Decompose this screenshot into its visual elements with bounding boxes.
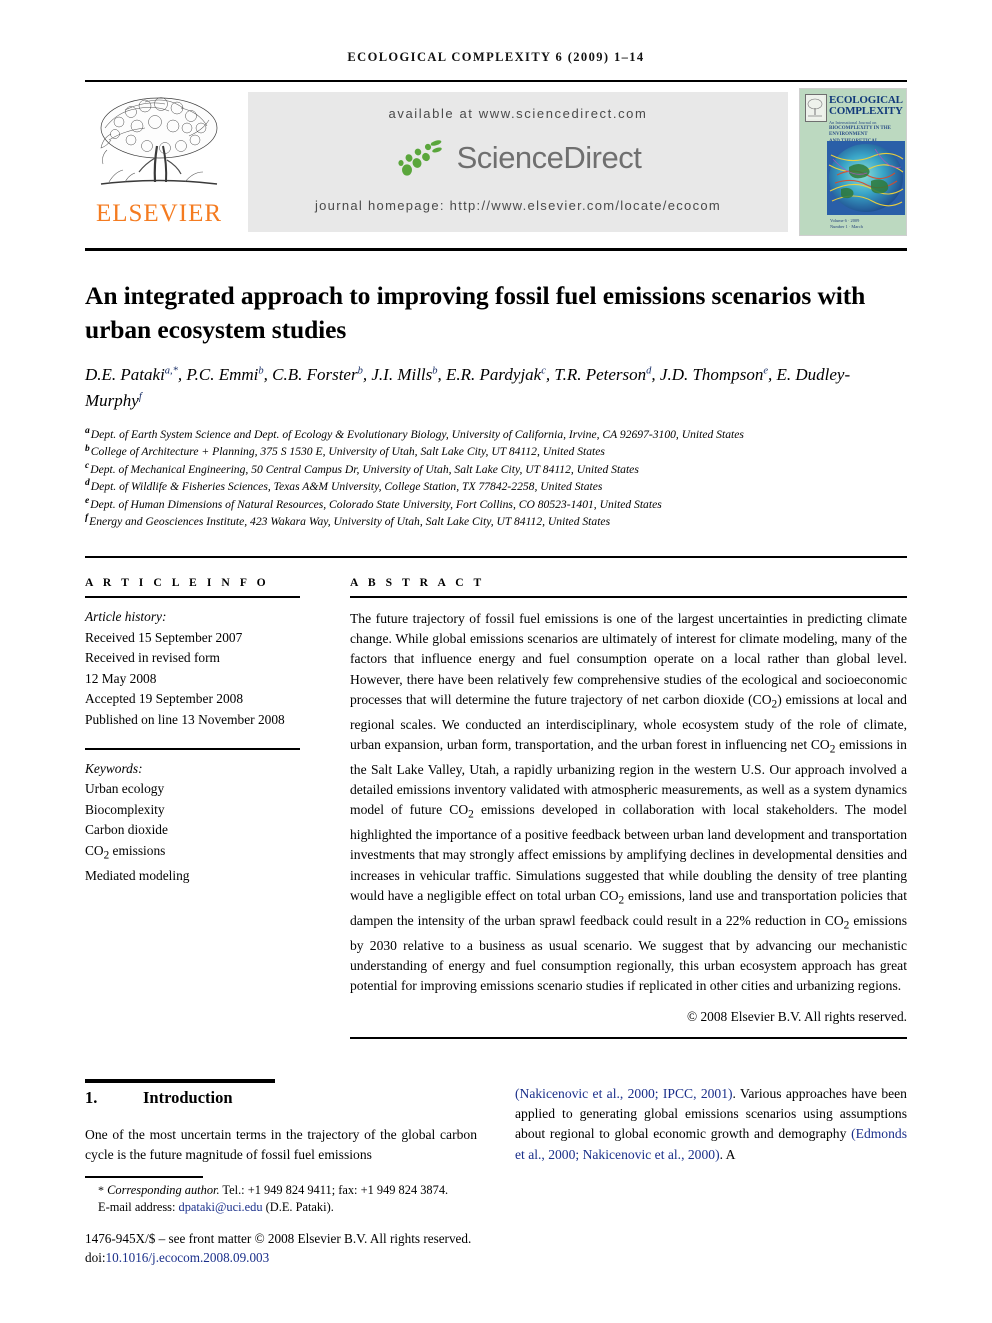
sciencedirect-swoosh-icon xyxy=(398,140,442,176)
affiliation-text: Dept. of Human Dimensions of Natural Res… xyxy=(90,497,662,511)
affiliation-text: Energy and Geosciences Institute, 423 Wa… xyxy=(89,515,611,529)
elsevier-logo: ELSEVIER xyxy=(85,88,233,236)
cover-title-line2: COMPLEXITY xyxy=(829,105,903,117)
corresponding-author-contact: Tel.: +1 949 824 9411; fax: +1 949 824 3… xyxy=(219,1183,449,1197)
journal-running-head: ECOLOGICAL COMPLEXITY 6 (2009) 1–14 xyxy=(347,50,645,64)
section-heading-rule xyxy=(85,1079,275,1083)
title-rule xyxy=(85,248,907,251)
author-name: P.C. Emmib, xyxy=(186,365,268,384)
author-affiliation-marker: b xyxy=(258,365,264,377)
affiliation-text: College of Architecture + Planning, 375 … xyxy=(90,445,605,459)
affiliation-list: aDept. of Earth System Science and Dept.… xyxy=(85,426,915,530)
abstract-text: The future trajectory of fossil fuel emi… xyxy=(350,611,907,994)
history-item: Published on line 13 November 2008 xyxy=(85,711,285,727)
affiliation-item: bCollege of Architecture + Planning, 375… xyxy=(85,443,915,460)
keywords-list: Keywords: Urban ecology Biocomplexity Ca… xyxy=(85,759,300,887)
keyword-item: CO2 emissions xyxy=(85,842,166,862)
sciencedirect-banner: available at www.sciencedirect.com Scien… xyxy=(248,92,788,232)
history-item: Received 15 September 2007 xyxy=(85,629,243,645)
email-label: E-mail address: xyxy=(98,1200,176,1215)
author-affiliation-marker: a,* xyxy=(164,365,178,377)
sciencedirect-wordmark: ScienceDirect xyxy=(456,140,642,175)
abstract-bottom-rule xyxy=(350,1037,907,1039)
imprint-block: 1476-945X/$ – see front matter © 2008 El… xyxy=(85,1230,545,1267)
section-number: 1. xyxy=(85,1088,98,1107)
intro-right-column: (Nakicenovic et al., 2000; IPCC, 2001) . … xyxy=(515,1084,907,1165)
author-affiliation-marker: b xyxy=(357,365,363,377)
article-info-column: A R T I C L E I N F O Article history: R… xyxy=(85,576,300,887)
sciencedirect-logo: ScienceDirect xyxy=(248,138,788,178)
corresponding-author-label: Corresponding author. xyxy=(107,1183,220,1197)
abstract-heading: A B S T R A C T xyxy=(350,576,485,589)
intro-right-text-2: . A xyxy=(719,1146,736,1162)
email-link[interactable]: dpataki@uci.edu xyxy=(179,1200,263,1214)
keyword-item: Carbon dioxide xyxy=(85,822,168,838)
article-info-heading-rule xyxy=(85,596,300,598)
affiliation-text: Dept. of Earth System Science and Dept. … xyxy=(90,428,744,441)
author-affiliation-marker: b xyxy=(432,365,438,377)
abstract-heading-rule xyxy=(350,596,907,598)
author-affiliation-marker: f xyxy=(138,391,142,403)
intro-left-column: One of the most uncertain terms in the t… xyxy=(85,1127,477,1163)
section-title: Introduction xyxy=(143,1088,233,1107)
history-item: Accepted 19 September 2008 xyxy=(85,691,244,707)
affiliation-item: dDept. of Wildlife & Fisheries Sciences,… xyxy=(85,478,915,495)
article-history-label: Article history: xyxy=(85,609,167,624)
affiliation-text: Dept. of Mechanical Engineering, 50 Cent… xyxy=(90,462,639,476)
cover-title: ECOLOGICAL COMPLEXITY xyxy=(829,95,903,117)
doi-link[interactable]: 10.1016/j.ecocom.2008.09.003 xyxy=(106,1250,270,1265)
email-owner: (D.E. Pataki). xyxy=(265,1200,334,1215)
masthead: ELSEVIER available at www.sciencedirect.… xyxy=(85,88,907,236)
affiliation-item: aDept. of Earth System Science and Dept.… xyxy=(85,426,915,443)
author-name: T.R. Petersond, xyxy=(554,365,656,384)
affiliation-item: cDept. of Mechanical Engineering, 50 Cen… xyxy=(85,461,915,478)
abstract-copyright: © 2008 Elsevier B.V. All rights reserved… xyxy=(686,1009,907,1025)
author-affiliation-marker: e xyxy=(763,365,768,377)
section-heading: 1. Introduction xyxy=(85,1088,485,1108)
header-rule xyxy=(85,80,907,82)
cover-subtitle-line1: An International Journal on xyxy=(829,120,877,125)
author-name: C.B. Forsterb, xyxy=(272,365,368,384)
paper-page: ECOLOGICAL COMPLEXITY 6 (2009) 1–14 ELSE… xyxy=(0,0,992,1323)
author-name: J.I. Millsb, xyxy=(371,365,442,384)
author-name: D.E. Patakia,*, xyxy=(85,365,183,384)
cover-footer: Volume 6 · 2009 Number 1 · March xyxy=(830,218,863,229)
keyword-item: Biocomplexity xyxy=(85,801,165,817)
keyword-item: Urban ecology xyxy=(85,781,165,797)
cover-elsevier-badge-icon xyxy=(805,94,827,122)
affiliation-text: Dept. of Wildlife & Fisheries Sciences, … xyxy=(90,480,603,494)
history-item: 12 May 2008 xyxy=(85,670,157,686)
author-list: D.E. Patakia,*, P.C. Emmib, C.B. Forster… xyxy=(85,362,885,414)
cover-footer-line2: Number 1 · March xyxy=(830,223,863,229)
footnote-block: * Corresponding author. Tel.: +1 949 824… xyxy=(85,1182,505,1217)
elsevier-tree-icon xyxy=(100,97,218,185)
available-at-text: available at www.sciencedirect.com xyxy=(388,106,648,121)
cover-globe-artwork xyxy=(827,141,905,215)
author-affiliation-marker: c xyxy=(541,365,546,377)
cover-subtitle-line2: BIOCOMPLEXITY IN THE ENVIRONMENT xyxy=(829,126,891,138)
author-name: E.R. Pardyjakc, xyxy=(446,365,551,384)
affiliation-item: eDept. of Human Dimensions of Natural Re… xyxy=(85,496,915,513)
affiliation-item: fEnergy and Geosciences Institute, 423 W… xyxy=(85,513,915,530)
journal-homepage-text: journal homepage: http://www.elsevier.co… xyxy=(314,198,722,213)
citation-link[interactable]: (Nakicenovic et al., 2000; IPCC, 2001) xyxy=(515,1086,733,1101)
history-item: Received in revised form xyxy=(85,650,220,666)
page-title: An integrated approach to improving foss… xyxy=(85,281,866,345)
issn-front-matter: 1476-945X/$ – see front matter © 2008 El… xyxy=(85,1231,472,1246)
author-affiliation-marker: d xyxy=(646,365,652,377)
author-name: J.D. Thompsone, xyxy=(659,365,773,384)
abstract-column: A B S T R A C T The future trajectory of… xyxy=(350,576,907,1025)
keywords-rule xyxy=(85,747,300,750)
doi-label: doi: xyxy=(85,1249,106,1265)
article-history: Article history: Received 15 September 2… xyxy=(85,607,300,731)
keyword-item: Mediated modeling xyxy=(85,868,190,884)
keywords-label: Keywords: xyxy=(85,760,143,776)
article-info-heading: A R T I C L E I N F O xyxy=(85,576,270,589)
journal-cover-thumbnail: ECOLOGICAL COMPLEXITY An International J… xyxy=(799,88,907,236)
elsevier-wordmark: ELSEVIER xyxy=(95,200,223,227)
info-section-rule xyxy=(85,556,907,558)
footnote-rule xyxy=(85,1176,203,1178)
cover-footer-line1: Volume 6 · 2009 xyxy=(830,218,860,224)
corresponding-author-marker: * xyxy=(98,1183,104,1197)
